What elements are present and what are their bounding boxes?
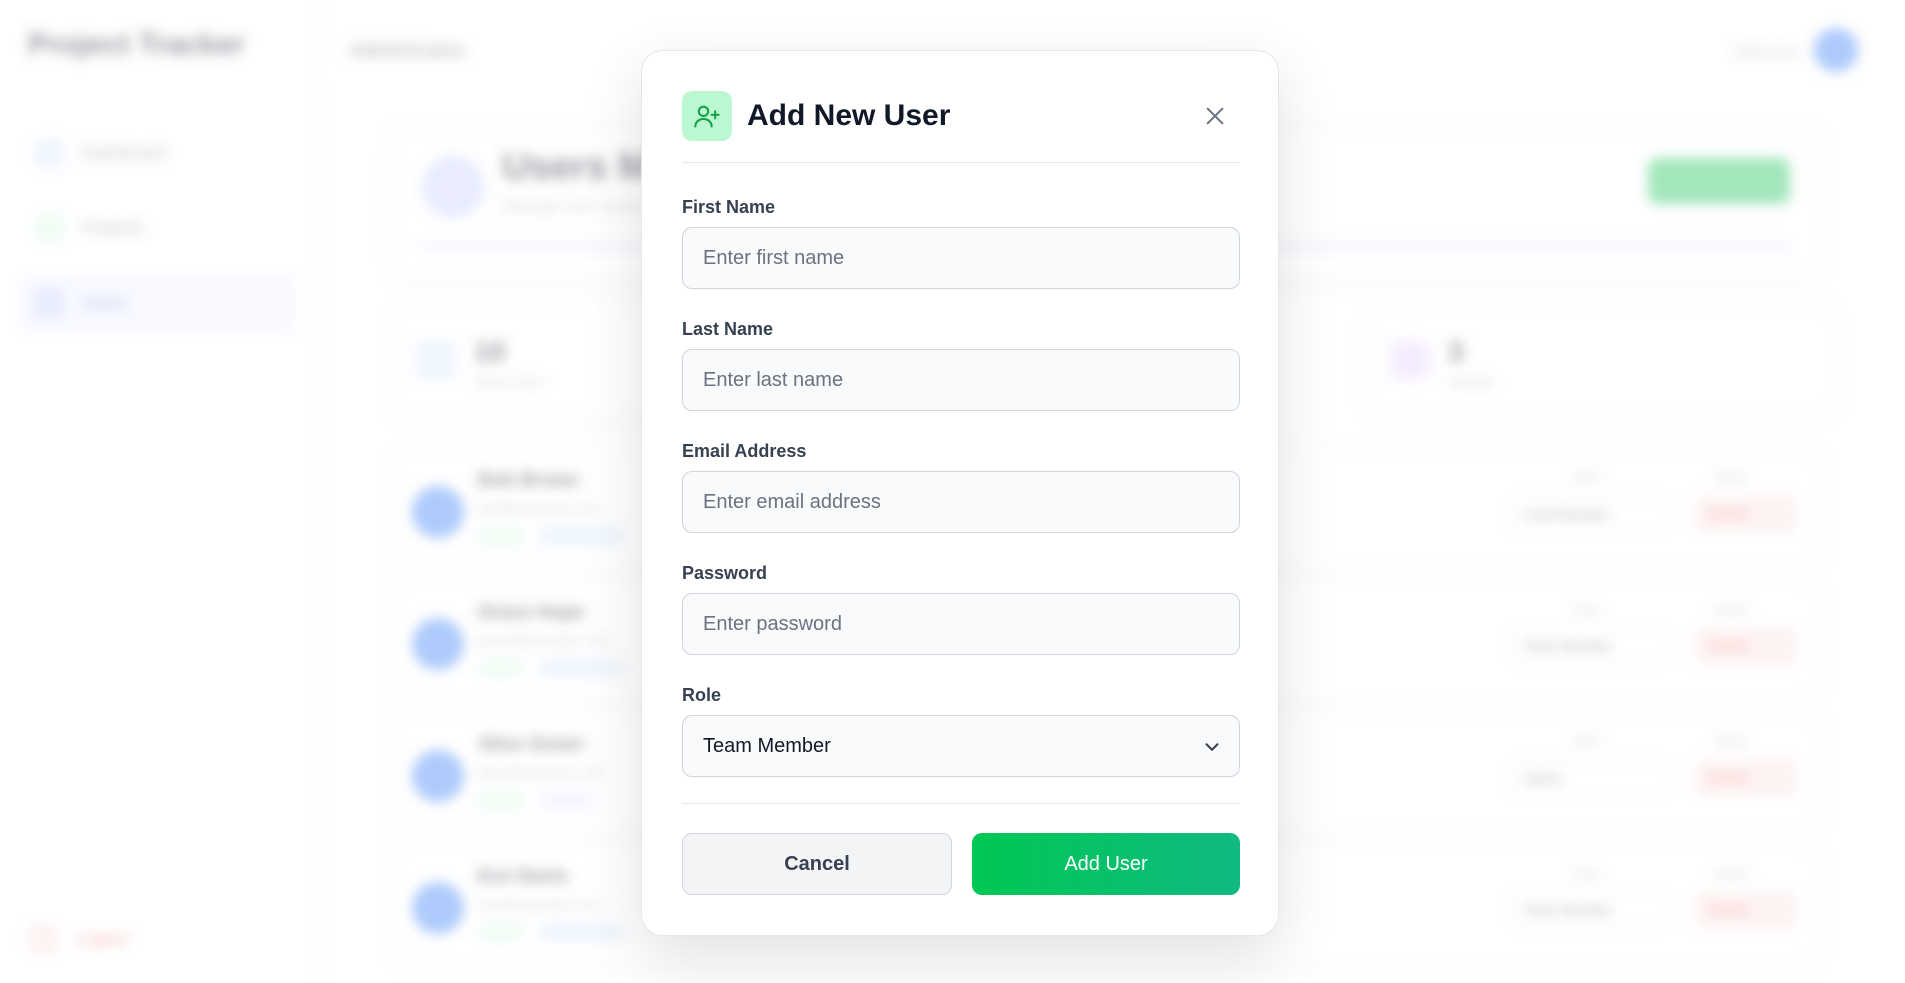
role-select-value: Team Member [703,734,831,757]
add-user-button[interactable]: Add User [972,833,1240,895]
add-user-modal: Add New User First Name Last Name Email … [641,50,1279,936]
cancel-button[interactable]: Cancel [682,833,952,895]
password-label: Password [682,563,768,583]
role-label: Role [682,685,722,705]
chevron-down-icon [1205,743,1219,751]
role-select[interactable]: Team Member [682,715,1240,777]
password-input[interactable] [682,593,1240,655]
modal-header: Add New User [682,91,1240,163]
email-label: Email Address [682,441,807,461]
last-name-input[interactable] [682,349,1240,411]
footer-divider [682,803,1240,804]
close-icon [1206,107,1224,125]
first-name-label: First Name [682,197,776,217]
last-name-label: Last Name [682,319,774,339]
user-plus-icon [682,91,732,141]
first-name-input[interactable] [682,227,1240,289]
close-button[interactable] [1200,101,1230,131]
modal-title: Add New User [747,99,951,132]
email-input[interactable] [682,471,1240,533]
